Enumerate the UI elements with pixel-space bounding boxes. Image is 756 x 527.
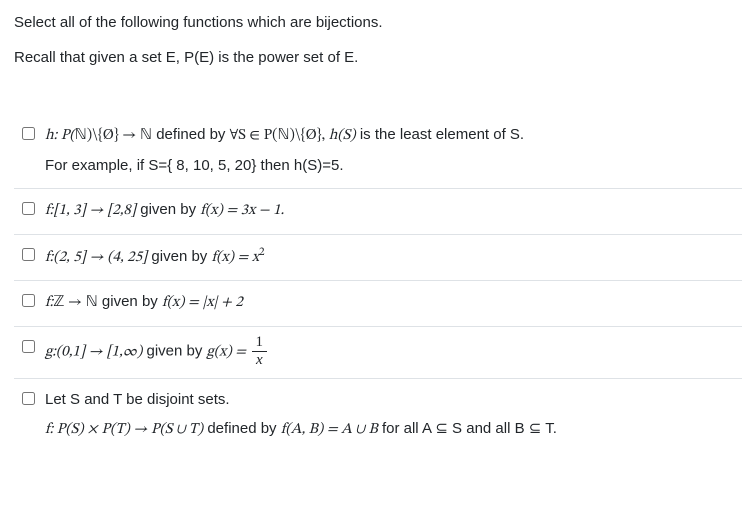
option-h-checkbox[interactable] bbox=[22, 127, 35, 140]
option-powerset-union: Let S and T be disjoint sets. f: P(S) × … bbox=[14, 379, 742, 453]
option-powerset-union-body: Let S and T be disjoint sets. f: P(S) × … bbox=[45, 387, 738, 443]
option-f-interval2: f:(2, 5] → (4, 25] given by f(x) = x2 bbox=[14, 235, 742, 282]
option-g-checkbox[interactable] bbox=[22, 340, 35, 353]
option-h: h: P(ℕ)\{Ø} → ℕ defined by ∀S ∈ P(ℕ)\{Ø}… bbox=[14, 114, 742, 189]
option-powerset-union-checkbox[interactable] bbox=[22, 392, 35, 405]
option-f-integers-body: f:ℤ → ℕ given by f(x) = |x| + 2 bbox=[45, 289, 738, 316]
option-f-integers-checkbox[interactable] bbox=[22, 294, 35, 307]
options-list: h: P(ℕ)\{Ø} → ℕ defined by ∀S ∈ P(ℕ)\{Ø}… bbox=[14, 114, 742, 453]
question-prompt-line1: Select all of the following functions wh… bbox=[14, 12, 742, 33]
option-f-interval1: f:[1, 3] → [2,8] given by f(x) = 3x − 1. bbox=[14, 189, 742, 235]
option-h-body: h: P(ℕ)\{Ø} → ℕ defined by ∀S ∈ P(ℕ)\{Ø}… bbox=[45, 122, 738, 178]
option-f-interval2-body: f:(2, 5] → (4, 25] given by f(x) = x2 bbox=[45, 243, 738, 271]
fraction-1-over-x: 1x bbox=[252, 335, 268, 368]
option-f-interval1-body: f:[1, 3] → [2,8] given by f(x) = 3x − 1. bbox=[45, 197, 738, 224]
question-prompt-line2: Recall that given a set E, P(E) is the p… bbox=[14, 47, 742, 68]
option-f-interval1-checkbox[interactable] bbox=[22, 202, 35, 215]
option-h-example: For example, if S={ 8, 10, 5, 20} then h… bbox=[45, 153, 738, 179]
option-powerset-line2: f: P(S) × P(T) → P(S ∪ T) defined by f(A… bbox=[45, 416, 738, 443]
option-f-interval2-checkbox[interactable] bbox=[22, 248, 35, 261]
option-g: g:(0,1] → [1,∞) given by g(x) = 1x bbox=[14, 327, 742, 379]
option-powerset-line1: Let S and T be disjoint sets. bbox=[45, 387, 738, 413]
option-f-integers: f:ℤ → ℕ given by f(x) = |x| + 2 bbox=[14, 281, 742, 327]
option-g-body: g:(0,1] → [1,∞) given by g(x) = 1x bbox=[45, 335, 738, 368]
